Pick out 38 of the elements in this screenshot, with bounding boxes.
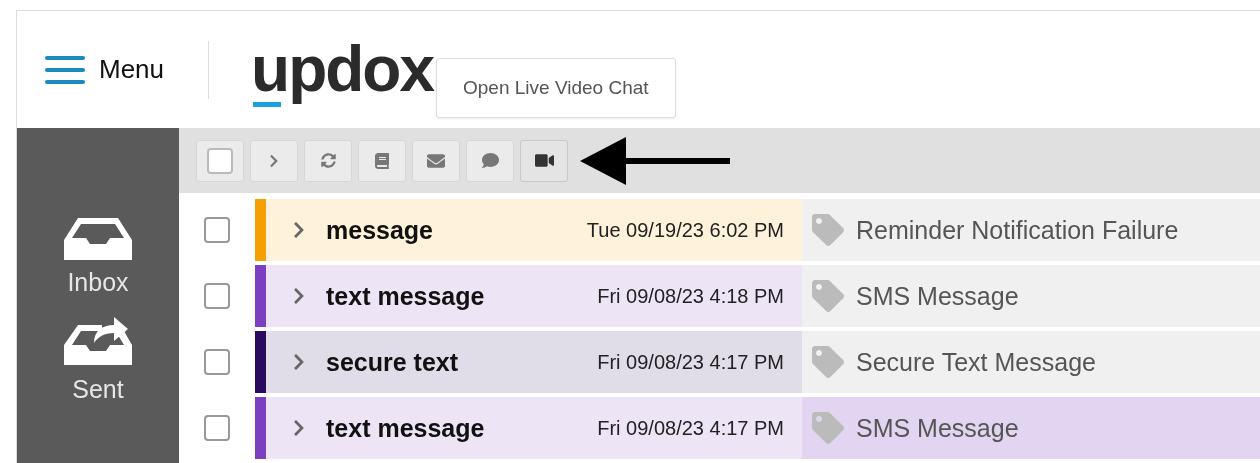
inbox-icon [64, 216, 132, 262]
message-date: Tue 09/19/23 6:02 PM [586, 218, 784, 242]
envelope-icon [427, 151, 445, 170]
row-checkbox[interactable] [204, 217, 230, 243]
book-icon [374, 152, 390, 169]
video-camera-icon [534, 151, 554, 170]
message-date: Fri 09/08/23 4:17 PM [597, 416, 784, 440]
message-row[interactable]: text message Fri 09/08/23 4:17 PM [266, 397, 802, 459]
category-label: SMS Message [856, 281, 1019, 311]
chat-icon [481, 152, 499, 169]
category-label: Secure Text Message [856, 347, 1096, 377]
tag-icon [812, 412, 844, 444]
message-title: secure text [326, 347, 460, 377]
sidebar-item[interactable]: Sent [64, 313, 132, 404]
menu-icon [45, 55, 85, 84]
tag-icon [812, 280, 844, 312]
menu-button[interactable]: Menu [45, 54, 165, 85]
message-date: Fri 09/08/23 4:17 PM [597, 350, 784, 374]
sidebar-item[interactable]: Inbox [64, 216, 132, 297]
message-row[interactable]: text message Fri 09/08/23 4:18 PM [266, 265, 802, 327]
row-checkbox[interactable] [204, 415, 230, 441]
refresh-icon [320, 153, 336, 168]
message-title: text message [326, 281, 486, 311]
message-title: message [326, 215, 435, 245]
toolbar-button[interactable] [520, 139, 568, 182]
tag-icon [812, 346, 844, 378]
message-row[interactable]: secure text Fri 09/08/23 4:17 PM [266, 331, 802, 393]
message-title: text message [326, 413, 486, 443]
category-label: SMS Message [856, 413, 1019, 443]
checkbox-icon [207, 147, 233, 174]
row-checkbox[interactable] [204, 349, 230, 375]
category-label: Reminder Notification Failure [856, 215, 1179, 245]
message-date: Fri 09/08/23 4:18 PM [597, 284, 784, 308]
tag-icon [812, 214, 844, 246]
row-checkbox[interactable] [204, 283, 230, 309]
tooltip: Open Live Video Chat [436, 58, 676, 118]
logo: updox [251, 34, 433, 109]
message-row[interactable]: message Tue 09/19/23 6:02 PM [266, 199, 802, 261]
